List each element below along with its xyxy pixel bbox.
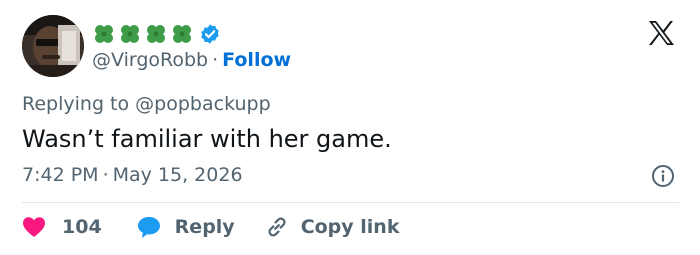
handle-row: @VirgoRobb · Follow <box>92 48 291 72</box>
copy-link-button[interactable]: Copy link <box>265 215 400 239</box>
verified-badge-icon <box>201 24 219 44</box>
like-count: 104 <box>62 216 102 238</box>
reply-label: Reply <box>174 216 235 238</box>
author-handle[interactable]: @VirgoRobb <box>92 49 208 71</box>
tweet-time: 7:42 PM <box>22 164 99 186</box>
avatar-image <box>22 15 84 77</box>
x-logo-icon[interactable] <box>647 20 675 46</box>
four-leaf-clover-icon <box>173 25 191 43</box>
tweet-date: May 15, 2026 <box>112 164 243 186</box>
tweet-card: @VirgoRobb · Follow Replying to @popbackup… <box>0 0 700 255</box>
like-button[interactable]: 104 <box>22 216 102 238</box>
four-leaf-clover-icon <box>121 25 139 43</box>
tweet-text: Wasn’t familiar with her game. <box>22 125 392 153</box>
tweet-timestamp[interactable]: 7:42 PM · May 15, 2026 <box>22 163 243 187</box>
copy-link-label: Copy link <box>300 216 400 238</box>
separator-dot: · <box>102 164 109 186</box>
follow-button[interactable]: Follow <box>222 49 291 71</box>
avatar[interactable] <box>22 15 84 77</box>
display-name[interactable] <box>92 22 221 46</box>
reply-button[interactable]: Reply <box>136 215 235 239</box>
reply-context: Replying to @popbackupp <box>22 92 271 116</box>
four-leaf-clover-icon <box>95 25 113 43</box>
reply-mention-link[interactable]: @popbackupp <box>135 93 270 115</box>
four-leaf-clover-icon <box>147 25 165 43</box>
separator-dot: · <box>212 49 219 71</box>
speech-bubble-icon <box>137 217 160 238</box>
info-icon[interactable] <box>651 164 675 188</box>
heart-icon <box>23 217 45 237</box>
divider <box>22 202 679 203</box>
action-bar: 104 Reply Copy link <box>22 214 399 240</box>
reply-context-prefix: Replying to <box>22 93 130 115</box>
link-icon <box>268 217 286 237</box>
